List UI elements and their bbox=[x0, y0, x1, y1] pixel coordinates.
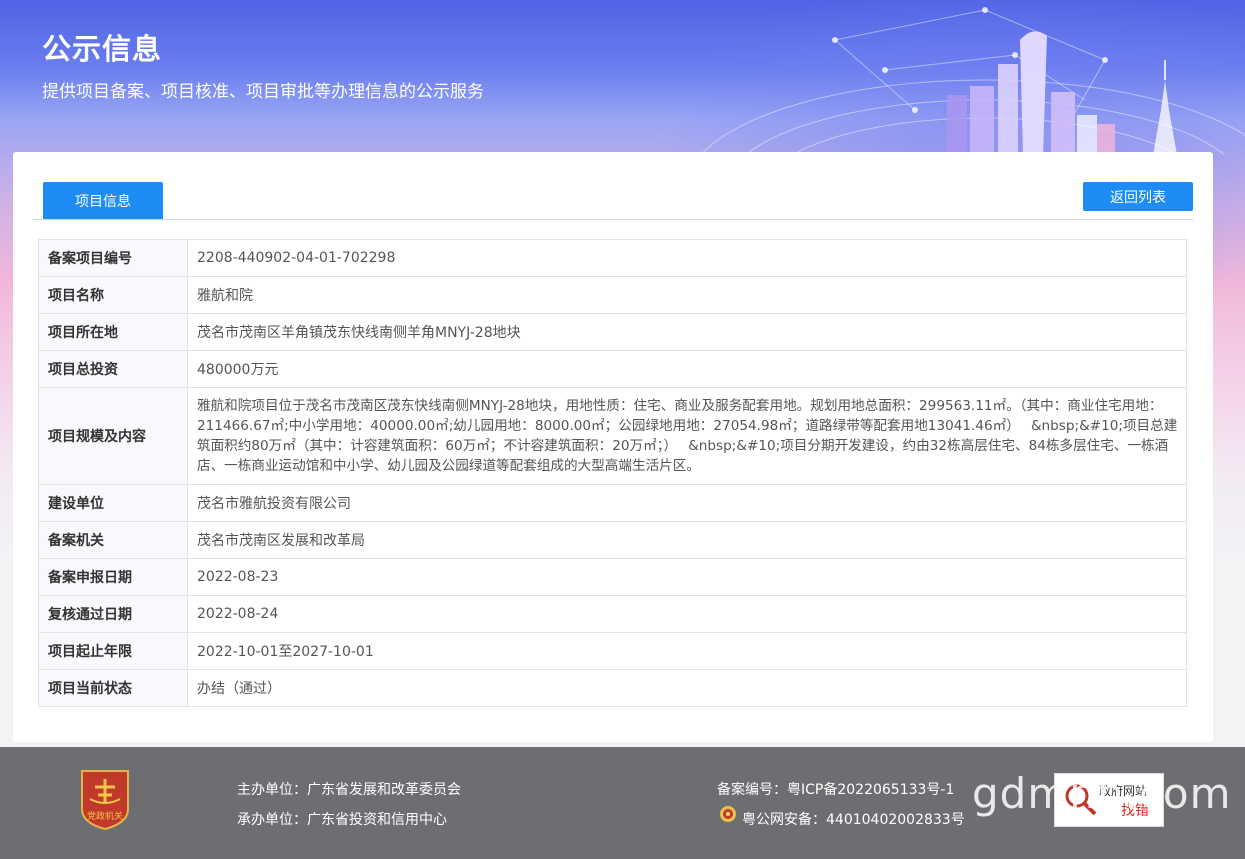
table-row: 项目起止年限 2022-10-01至2027-10-01 bbox=[38, 632, 1187, 670]
watermark-text: gdmnn.com bbox=[972, 769, 1232, 818]
table-row: 项目所在地 茂名市茂南区羊角镇茂东快线南侧羊角MNYJ-28地块 bbox=[38, 313, 1187, 351]
police-record-link[interactable]: 粤公网安备：44010402002833号 bbox=[742, 809, 965, 829]
table-row: 项目名称 雅航和院 bbox=[38, 276, 1187, 314]
row-value: 茂名市雅航投资有限公司 bbox=[187, 484, 1187, 522]
row-value: 480000万元 bbox=[187, 350, 1187, 388]
city-skyline-illustration bbox=[699, 7, 1245, 155]
page-title: 公示信息 bbox=[42, 32, 163, 66]
tab-divider bbox=[33, 219, 1193, 220]
row-value: 2022-10-01至2027-10-01 bbox=[187, 632, 1187, 670]
table-row: 备案机关 茂名市茂南区发展和改革局 bbox=[38, 521, 1187, 559]
row-label: 项目起止年限 bbox=[38, 632, 188, 670]
tab-project-info[interactable]: 项目信息 bbox=[43, 182, 163, 220]
organizer-text: 承办单位：广东省投资和信用中心 bbox=[237, 812, 447, 828]
row-label: 备案机关 bbox=[38, 521, 188, 559]
table-row: 项目规模及内容 雅航和院项目位于茂名市茂南区茂东快线南侧MNYJ-28地块，用地… bbox=[38, 387, 1187, 485]
table-row: 备案申报日期 2022-08-23 bbox=[38, 558, 1187, 596]
table-row: 项目总投资 480000万元 bbox=[38, 350, 1187, 388]
table-row: 建设单位 茂名市雅航投资有限公司 bbox=[38, 484, 1187, 522]
row-label: 建设单位 bbox=[38, 484, 188, 522]
project-info-table: 备案项目编号 2208-440902-04-01-702298 项目名称 雅航和… bbox=[38, 239, 1187, 707]
row-value: 办结（通过） bbox=[187, 669, 1187, 707]
emblem-text: 党政机关 bbox=[87, 810, 123, 822]
row-label: 项目当前状态 bbox=[38, 669, 188, 707]
row-label: 备案项目编号 bbox=[38, 239, 188, 277]
table-row: 备案项目编号 2208-440902-04-01-702298 bbox=[38, 239, 1187, 277]
project-info-card: 项目信息 返回列表 备案项目编号 2208-440902-04-01-70229… bbox=[13, 152, 1213, 742]
row-label: 复核通过日期 bbox=[38, 595, 188, 633]
row-value: 雅航和院 bbox=[187, 276, 1187, 314]
police-badge-icon bbox=[720, 806, 736, 822]
table-row: 复核通过日期 2022-08-24 bbox=[38, 595, 1187, 633]
row-value: 2208-440902-04-01-702298 bbox=[187, 239, 1187, 277]
page-subtitle: 提供项目备案、项目核准、项目审批等办理信息的公示服务 bbox=[42, 82, 484, 102]
row-value: 茂名市茂南区羊角镇茂东快线南侧羊角MNYJ-28地块 bbox=[187, 313, 1187, 351]
row-label: 项目名称 bbox=[38, 276, 188, 314]
table-row: 项目当前状态 办结（通过） bbox=[38, 669, 1187, 707]
row-value: 茂名市茂南区发展和改革局 bbox=[187, 521, 1187, 559]
row-label: 项目所在地 bbox=[38, 313, 188, 351]
row-value: 2022-08-23 bbox=[187, 558, 1187, 596]
row-label: 备案申报日期 bbox=[38, 558, 188, 596]
icp-link[interactable]: 备案编号：粤ICP备2022065133号-1 bbox=[717, 779, 954, 799]
footer: 党政机关 主办单位：广东省发展和改革委员会 承办单位：广东省投资和信用中心 备案… bbox=[0, 747, 1245, 859]
row-value: 2022-08-24 bbox=[187, 595, 1187, 633]
row-value: 雅航和院项目位于茂名市茂南区茂东快线南侧MNYJ-28地块，用地性质：住宅、商业… bbox=[187, 387, 1187, 485]
sponsor-text: 主办单位：广东省发展和改革委员会 bbox=[237, 782, 461, 798]
row-label: 项目总投资 bbox=[38, 350, 188, 388]
row-label: 项目规模及内容 bbox=[38, 387, 188, 485]
party-gov-emblem-icon[interactable]: 党政机关 bbox=[78, 769, 132, 831]
back-to-list-button[interactable]: 返回列表 bbox=[1083, 182, 1193, 211]
